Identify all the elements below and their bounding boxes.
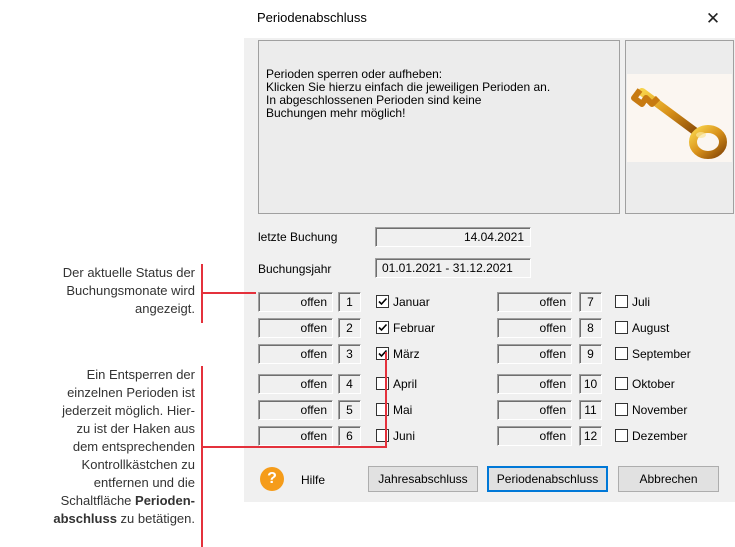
annotation-unlock-text: Ein Entsperren der einzelnen Perioden is… bbox=[60, 367, 195, 508]
month-checkbox[interactable] bbox=[615, 295, 628, 308]
cancel-button[interactable]: Abbrechen bbox=[618, 466, 719, 492]
month-label[interactable]: September bbox=[632, 347, 691, 361]
annotation-unlock-bold-2: abschluss bbox=[53, 511, 117, 526]
annotation-unlock: Ein Entsperren der einzelnen Perioden is… bbox=[0, 366, 195, 528]
month-checkbox[interactable] bbox=[376, 295, 389, 308]
month-status-field: offen bbox=[258, 374, 333, 394]
month-label[interactable]: November bbox=[632, 403, 687, 417]
month-checkbox[interactable] bbox=[376, 321, 389, 334]
month-label[interactable]: Juni bbox=[393, 429, 415, 443]
month-label[interactable]: April bbox=[393, 377, 417, 391]
month-number-field: 7 bbox=[579, 292, 602, 312]
fiscal-year-field: 01.01.2021 - 31.12.2021 bbox=[375, 258, 531, 278]
month-number-field: 6 bbox=[338, 426, 361, 446]
checkmark-icon bbox=[378, 323, 388, 332]
key-icon bbox=[631, 88, 727, 159]
month-label[interactable]: Januar bbox=[393, 295, 430, 309]
period-end-button[interactable]: Periodenabschluss bbox=[487, 466, 608, 492]
month-label[interactable]: Juli bbox=[632, 295, 650, 309]
month-status-field: offen bbox=[497, 318, 572, 338]
month-checkbox[interactable] bbox=[615, 429, 628, 442]
month-checkbox[interactable] bbox=[615, 321, 628, 334]
last-booking-field: 14.04.2021 bbox=[375, 227, 531, 247]
month-number-field: 2 bbox=[338, 318, 361, 338]
month-checkbox[interactable] bbox=[615, 347, 628, 360]
help-icon[interactable]: ? bbox=[260, 467, 284, 491]
month-label[interactable]: Dezember bbox=[632, 429, 687, 443]
month-status-field: offen bbox=[258, 400, 333, 420]
month-number-field: 4 bbox=[338, 374, 361, 394]
month-status-field: offen bbox=[258, 426, 333, 446]
month-status-field: offen bbox=[497, 374, 572, 394]
month-checkbox[interactable] bbox=[615, 377, 628, 390]
month-label[interactable]: Februar bbox=[393, 321, 435, 335]
month-label[interactable]: Oktober bbox=[632, 377, 675, 391]
month-checkbox[interactable] bbox=[376, 347, 389, 360]
annotation-status: Der aktuelle Status der Buchungsmonate w… bbox=[62, 265, 195, 316]
year-end-button[interactable]: Jahresabschluss bbox=[368, 466, 478, 492]
month-number-field: 12 bbox=[579, 426, 602, 446]
annotation-connector-unlock-v bbox=[385, 352, 387, 448]
annotation-bracket-unlock bbox=[201, 366, 203, 547]
close-icon[interactable]: ✕ bbox=[700, 7, 726, 31]
month-number-field: 5 bbox=[338, 400, 361, 420]
month-checkbox[interactable] bbox=[615, 403, 628, 416]
month-status-field: offen bbox=[497, 426, 572, 446]
annotation-unlock-tail: zu betätigen. bbox=[116, 511, 195, 526]
info-text: Perioden sperren oder aufheben: Klicken … bbox=[266, 67, 551, 120]
dialog-title: Periodenabschluss bbox=[257, 10, 367, 25]
month-status-field: offen bbox=[258, 292, 333, 312]
month-number-field: 1 bbox=[338, 292, 361, 312]
month-status-field: offen bbox=[258, 344, 333, 364]
fiscal-year-label: Buchungsjahr bbox=[258, 262, 332, 276]
month-label[interactable]: August bbox=[632, 321, 669, 335]
month-number-field: 9 bbox=[579, 344, 602, 364]
month-number-field: 3 bbox=[338, 344, 361, 364]
help-label[interactable]: Hilfe bbox=[301, 473, 325, 487]
annotation-connector-status bbox=[203, 292, 256, 294]
month-label[interactable]: Mai bbox=[393, 403, 412, 417]
month-status-field: offen bbox=[497, 344, 572, 364]
last-booking-label: letzte Buchung bbox=[258, 230, 338, 244]
month-number-field: 8 bbox=[579, 318, 602, 338]
month-checkbox[interactable] bbox=[376, 377, 389, 390]
month-number-field: 11 bbox=[579, 400, 602, 420]
month-status-field: offen bbox=[258, 318, 333, 338]
month-checkbox[interactable] bbox=[376, 429, 389, 442]
month-status-field: offen bbox=[497, 400, 572, 420]
annotation-connector-unlock-h bbox=[203, 446, 387, 448]
month-checkbox[interactable] bbox=[376, 403, 389, 416]
month-label[interactable]: März bbox=[393, 347, 420, 361]
month-status-field: offen bbox=[497, 292, 572, 312]
checkmark-icon bbox=[378, 297, 388, 306]
annotation-unlock-bold-1: Perioden- bbox=[135, 493, 195, 508]
month-number-field: 10 bbox=[579, 374, 602, 394]
